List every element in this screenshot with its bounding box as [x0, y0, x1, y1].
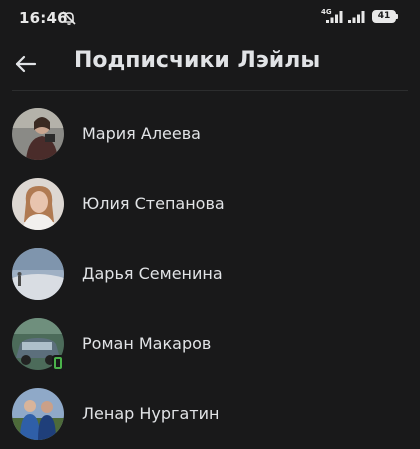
- list-item[interactable]: Юлия Степанова: [0, 169, 420, 239]
- follower-name[interactable]: Дарья Семенина: [82, 264, 223, 283]
- avatar[interactable]: [12, 248, 64, 300]
- signal-strength-icon: [326, 11, 343, 23]
- avatar[interactable]: [12, 178, 64, 230]
- bell-off-icon: [62, 11, 76, 25]
- header-divider: [12, 90, 408, 91]
- follower-name[interactable]: Роман Макаров: [82, 334, 211, 353]
- battery-icon: 41: [372, 10, 396, 23]
- battery-tip: [396, 14, 398, 19]
- header: Подписчики Лэйлы: [0, 36, 420, 92]
- follower-name[interactable]: Юлия Степанова: [82, 194, 225, 213]
- list-item[interactable]: Мария Алеева: [0, 99, 420, 169]
- phone-icon: [54, 357, 62, 369]
- follower-name[interactable]: Мария Алеева: [82, 124, 201, 143]
- avatar[interactable]: [12, 388, 64, 440]
- status-bar: 16:46 4G 41: [0, 0, 420, 36]
- arrow-left-icon: [15, 55, 37, 73]
- online-mobile-badge: [52, 355, 64, 371]
- signal-strength-icon: [348, 11, 365, 23]
- follower-name[interactable]: Ленар Нургатин: [82, 404, 219, 423]
- page-title: Подписчики Лэйлы: [74, 48, 321, 73]
- back-button[interactable]: [6, 44, 46, 84]
- list-item[interactable]: Ленар Нургатин: [0, 379, 420, 449]
- list-item[interactable]: Роман Макаров: [0, 309, 420, 379]
- followers-list: Мария Алеева Юлия Степанова Дарья Семени…: [0, 99, 420, 449]
- list-item[interactable]: Дарья Семенина: [0, 239, 420, 309]
- avatar[interactable]: [12, 108, 64, 160]
- battery-level: 41: [377, 11, 391, 21]
